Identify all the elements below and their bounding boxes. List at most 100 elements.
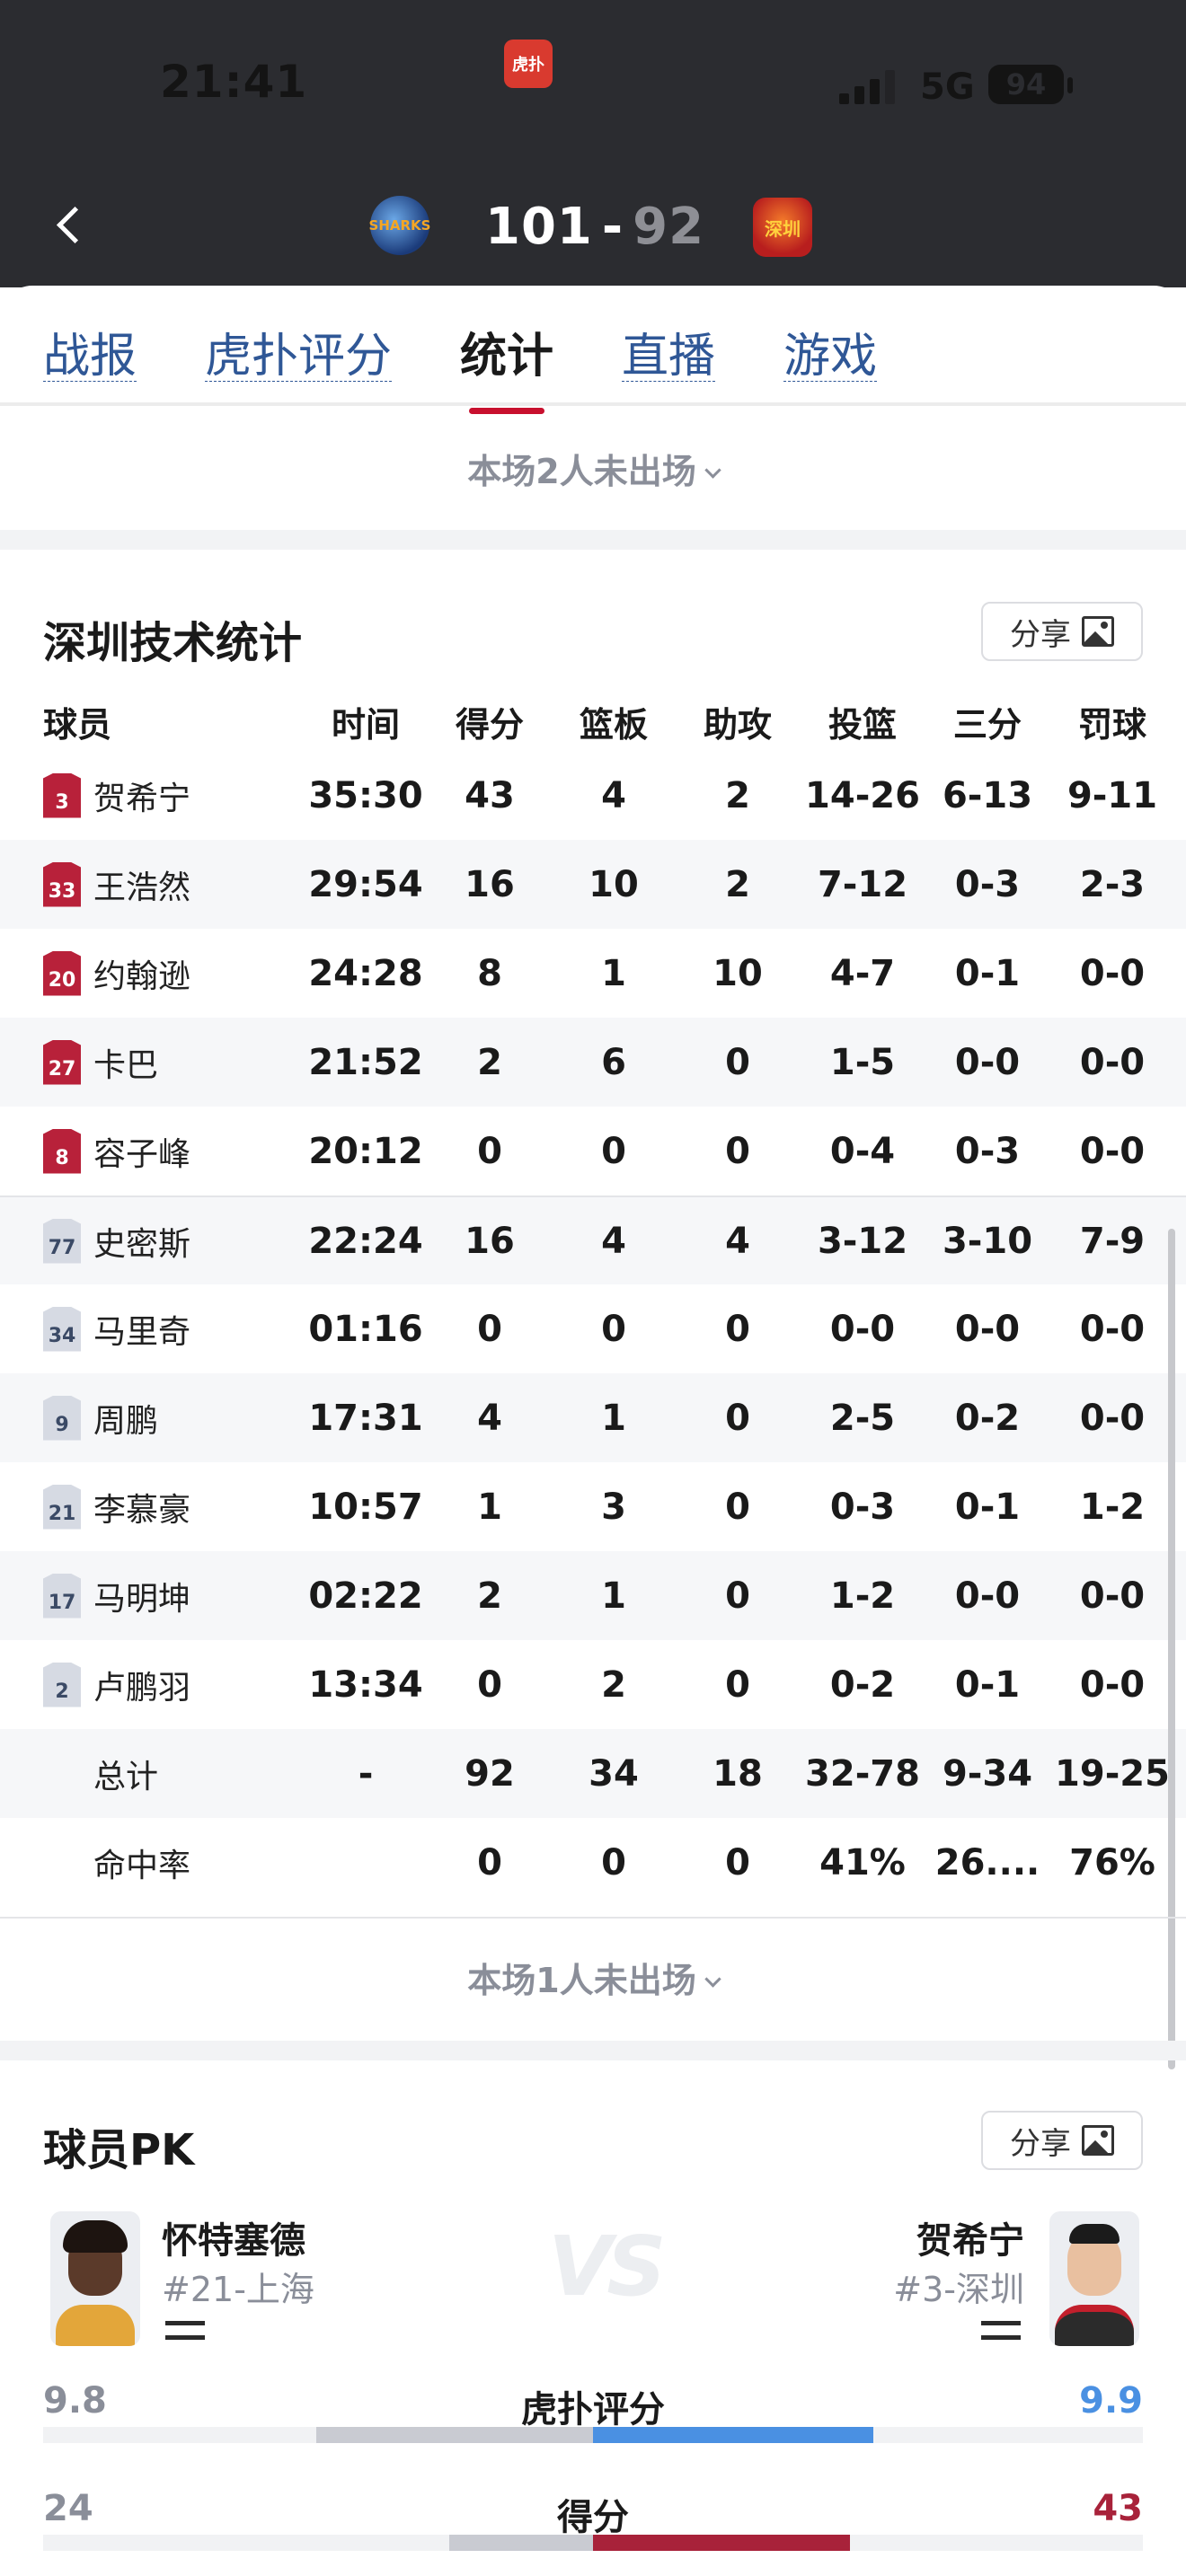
totals-assists: 18 [712,1752,763,1795]
cell-assists: 0 [725,1308,750,1350]
absent-players-toggle-bottom[interactable]: 本场1人未出场 [0,1953,1186,2002]
cell-assists: 0 [725,1663,750,1706]
table-row[interactable]: 27 卡巴 21:52 2 6 0 1-5 0-0 0-0 [0,1018,1186,1107]
pk-bar-left [449,2535,593,2551]
player-name: 王浩然 [93,869,191,906]
percent-three-pointers: 26.... [934,1841,1040,1883]
image-icon [1082,2125,1114,2156]
cell-time: 29:54 [308,863,423,905]
cell-rebounds: 4 [601,774,626,816]
away-team-logo[interactable]: 深圳 [753,198,812,257]
cell-assists: 0 [725,1486,750,1528]
col-time[interactable]: 时间 [302,697,429,746]
cell-field-goals: 4-7 [829,952,896,994]
col-assists[interactable]: 助攻 [677,697,798,746]
player-name: 马里奇 [93,1313,191,1351]
avatar-shirt [1055,2305,1134,2346]
cell-rebounds: 3 [601,1486,626,1528]
table-row[interactable]: 17 马明坤 02:22 2 1 0 1-2 0-0 0-0 [0,1551,1186,1640]
percent-label: 命中率 [93,1847,191,1884]
left-player-avatar[interactable] [50,2211,140,2346]
col-rebounds[interactable]: 篮板 [550,697,677,746]
left-player-name[interactable]: 怀特塞德 [162,2211,305,2263]
cell-time: 24:28 [308,952,423,994]
score-separator: - [601,198,624,256]
player-name: 李慕豪 [93,1491,191,1529]
cell-assists: 2 [725,863,750,905]
left-player-team: #21-上海 [162,2270,314,2309]
table-row[interactable]: 77 史密斯 22:24 16 4 4 3-12 3-10 7-9 [0,1195,1186,1284]
swap-player-left-icon[interactable] [165,2316,205,2346]
table-row[interactable]: 33 王浩然 29:54 16 10 2 7-12 0-3 2-3 [0,840,1186,929]
jersey-icon: 33 [43,861,81,907]
absent-players-toggle-top[interactable]: 本场2人未出场 [0,444,1186,493]
percent-assists: 0 [725,1841,750,1883]
player-cell: 21 李慕豪 [0,1484,302,1531]
totals-three-pointers: 9-34 [942,1752,1033,1795]
tab-stats[interactable]: 统计 [460,318,553,414]
table-row[interactable]: 3 贺希宁 35:30 43 4 2 14-26 6-13 9-11 [0,751,1186,840]
cell-field-goals: 0-0 [829,1308,896,1350]
table-row[interactable]: 8 容子峰 20:12 0 0 0 0-4 0-3 0-0 [0,1107,1186,1195]
tabs-row: 战报 虎扑评分 统计 直播 游戏 [43,318,877,414]
swap-player-right-icon[interactable] [981,2316,1021,2346]
table-row[interactable]: 20 约翰逊 24:28 8 1 10 4-7 0-1 0-0 [0,929,1186,1018]
pk-metric-label: 得分 [557,2497,629,2538]
avatar-hair [63,2220,128,2253]
cell-time: 17:31 [308,1397,423,1439]
battery-icon: 94 [988,65,1064,104]
absent-note-text: 本场2人未出场 [467,452,696,491]
totals-rebounds: 34 [589,1752,639,1795]
percent-field-goals: 41% [819,1841,906,1883]
col-field-goals[interactable]: 投篮 [798,697,927,746]
pk-bar-left [316,2427,593,2443]
table-row[interactable]: 9 周鹏 17:31 4 1 0 2-5 0-2 0-0 [0,1373,1186,1462]
table-row[interactable]: 21 李慕豪 10:57 1 3 0 0-3 0-1 1-2 [0,1462,1186,1551]
section-gap [0,530,1186,550]
cell-free-throws: 0-0 [1079,1397,1146,1439]
avatar-hair [1069,2224,1120,2244]
cell-free-throws: 2-3 [1079,863,1146,905]
absent-note-text: 本场1人未出场 [467,1961,696,2000]
back-button[interactable] [45,199,95,250]
stats-title: 深圳技术统计 [43,618,303,668]
cell-time: 01:16 [308,1308,423,1350]
jersey-icon: 3 [43,772,81,818]
stats-table: 球员 时间 得分 篮板 助攻 投篮 三分 罚球 3 贺希宁 35:30 43 4 2 14-… [0,692,1186,1907]
scrollbar[interactable] [1168,1229,1175,2069]
cell-time: 10:57 [308,1486,423,1528]
cell-assists: 2 [725,774,750,816]
home-team-logo[interactable]: SHARKS [369,196,430,255]
cell-three-pointers: 0-1 [954,1663,1021,1706]
cell-assists: 0 [725,1397,750,1439]
pk-share-button[interactable]: 分享 [981,2111,1143,2170]
pk-metric-label: 虎扑评分 [521,2389,665,2430]
col-free-throws[interactable]: 罚球 [1048,697,1177,746]
cell-rebounds: 0 [601,1308,626,1350]
right-player-avatar[interactable] [1049,2211,1139,2346]
player-cell: 3 贺希宁 [0,772,302,819]
col-player: 球员 [43,704,112,745]
cell-free-throws: 0-0 [1079,1663,1146,1706]
table-row[interactable]: 2 卢鹏羽 13:34 0 2 0 0-2 0-1 0-0 [0,1640,1186,1729]
percent-rebounds: 0 [601,1841,626,1883]
cell-rebounds: 0 [601,1130,626,1172]
cell-time: 22:24 [308,1220,423,1262]
pk-bar-right [593,2427,873,2443]
jersey-icon: 34 [43,1306,81,1352]
battery-level: 94 [1005,67,1047,101]
player-cell: 27 卡巴 [0,1039,302,1086]
signal-icon [839,70,895,104]
table-row[interactable]: 34 马里奇 01:16 0 0 0 0-0 0-0 0-0 [0,1284,1186,1373]
share-button[interactable]: 分享 [981,602,1143,661]
tab-rating[interactable]: 虎扑评分 [205,318,392,385]
col-points[interactable]: 得分 [429,697,550,746]
col-three-pointers[interactable]: 三分 [927,697,1048,746]
tab-game[interactable]: 游戏 [783,318,877,385]
player-name: 约翰逊 [93,957,191,995]
right-player-name[interactable]: 贺希宁 [916,2211,1024,2263]
tab-report[interactable]: 战报 [43,318,137,385]
tab-live[interactable]: 直播 [622,318,715,385]
player-name: 马明坤 [93,1580,191,1618]
pk-right-value: 9.9 [1079,2380,1143,2422]
